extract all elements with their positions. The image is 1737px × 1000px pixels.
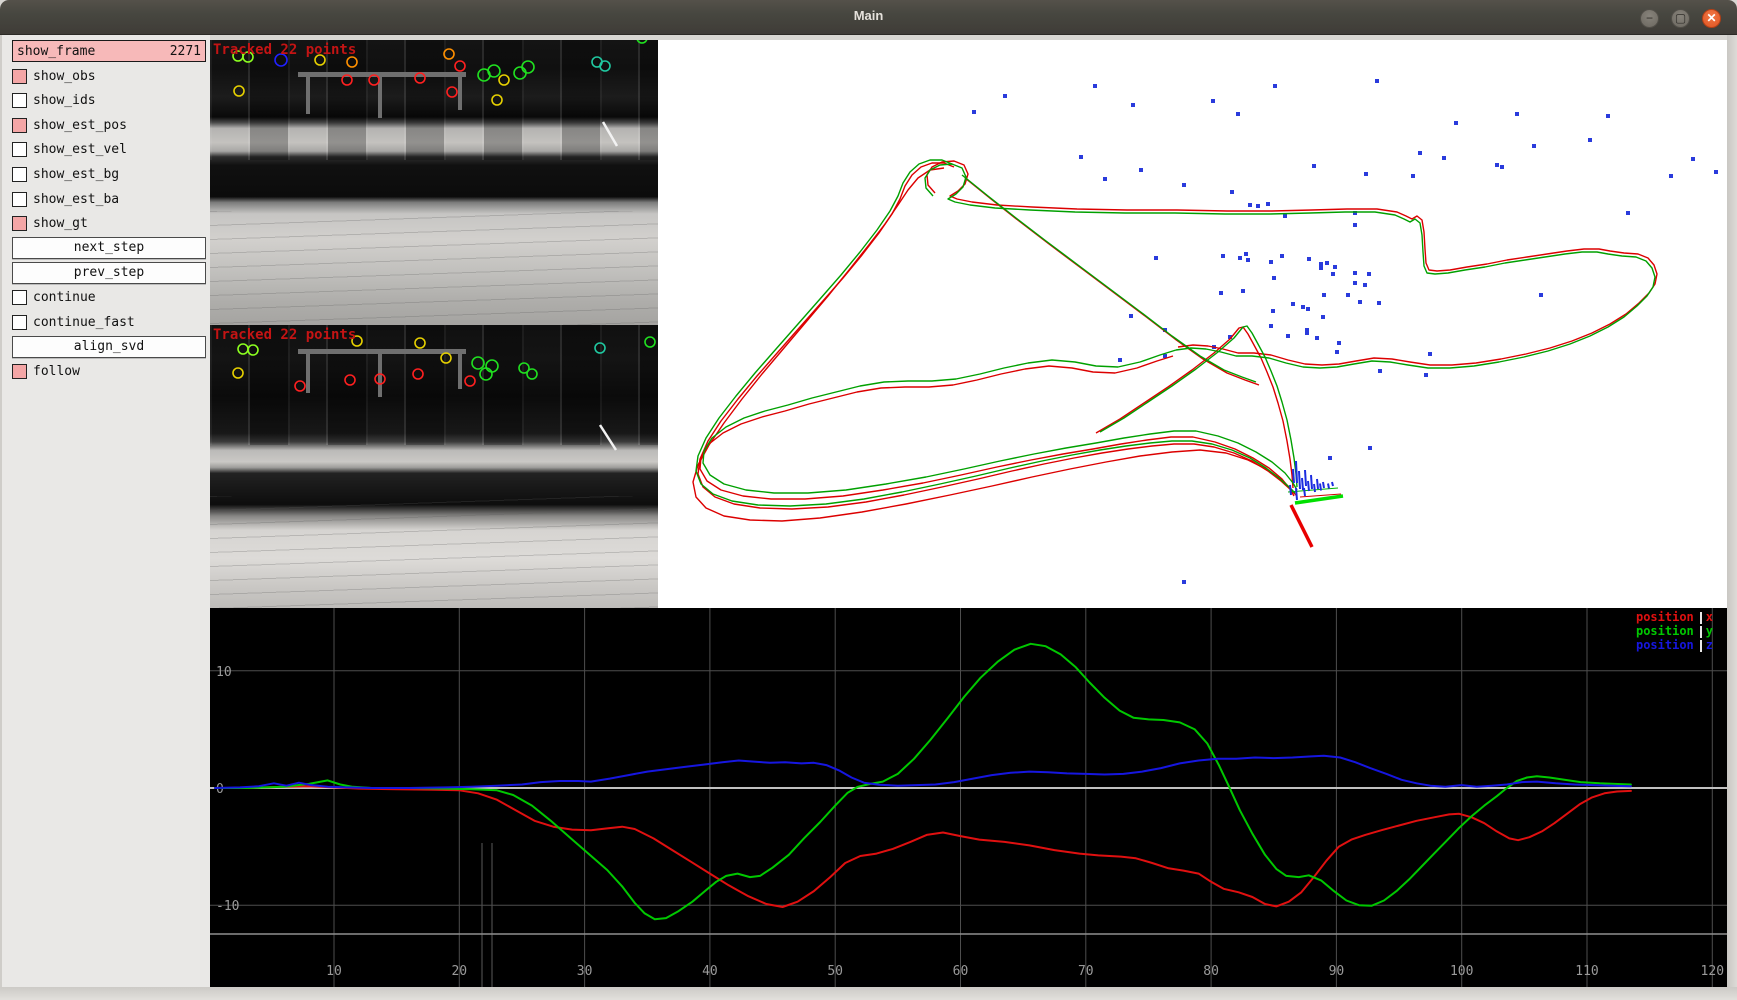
maximize-button[interactable]: ▢ bbox=[1671, 9, 1690, 28]
svg-text:10: 10 bbox=[326, 964, 342, 979]
camera1-tracked-count: Tracked 22 points bbox=[213, 42, 356, 58]
window-border-bottom bbox=[0, 987, 1737, 1000]
checkbox-label: show_est_pos bbox=[33, 118, 127, 133]
camera-view-right[interactable]: Tracked 22 points bbox=[210, 325, 658, 610]
svg-text:60: 60 bbox=[953, 964, 969, 979]
map-3d-view[interactable] bbox=[658, 40, 1727, 608]
camera-view-left[interactable]: Tracked 22 points bbox=[210, 40, 658, 325]
checkbox-box-follow[interactable] bbox=[12, 364, 27, 379]
legend-position-x: position x bbox=[1636, 611, 1713, 624]
legend-position-y: position y bbox=[1636, 625, 1713, 638]
svg-text:120: 120 bbox=[1701, 964, 1724, 979]
checkbox-box-show_est_pos[interactable] bbox=[12, 118, 27, 133]
checkbox-show_est_vel[interactable]: show_est_vel bbox=[12, 139, 206, 161]
legend-separator bbox=[1700, 612, 1702, 624]
button-next_step[interactable]: next_step bbox=[12, 237, 206, 259]
checkbox-box-show_est_ba[interactable] bbox=[12, 192, 27, 207]
show-frame-slider[interactable]: show_frame 2271 bbox=[12, 40, 206, 62]
checkbox-continue_fast[interactable]: continue_fast bbox=[12, 311, 206, 333]
checkbox-show_gt[interactable]: show_gt bbox=[12, 213, 206, 235]
svg-text:50: 50 bbox=[827, 964, 843, 979]
checkbox-label: show_gt bbox=[33, 216, 88, 231]
checkbox-box-show_est_bg[interactable] bbox=[12, 167, 27, 182]
checkbox-label: show_est_ba bbox=[33, 192, 119, 207]
checkbox-show_est_ba[interactable]: show_est_ba bbox=[12, 188, 206, 210]
main-window: Main − ▢ ✕ show_frame 2271 show_obsshow_… bbox=[0, 0, 1737, 1000]
button-align_svd[interactable]: align_svd bbox=[12, 336, 206, 358]
plot-legend: position x position y position z bbox=[1636, 611, 1713, 652]
legend-separator bbox=[1700, 640, 1702, 652]
checkbox-box-continue[interactable] bbox=[12, 290, 27, 305]
checkbox-label: show_obs bbox=[33, 69, 96, 84]
legend-separator bbox=[1700, 626, 1702, 638]
checkbox-continue[interactable]: continue bbox=[12, 286, 206, 308]
camera1-feature-overlay bbox=[210, 40, 658, 325]
checkbox-label: show_est_vel bbox=[33, 142, 127, 157]
checkbox-label: follow bbox=[33, 364, 80, 379]
window-title: Main bbox=[0, 8, 1737, 23]
control-panel: show_frame 2271 show_obs show_ids show_est… bbox=[0, 35, 210, 1000]
svg-text:30: 30 bbox=[577, 964, 593, 979]
svg-text:80: 80 bbox=[1203, 964, 1219, 979]
checkbox-box-show_ids[interactable] bbox=[12, 93, 27, 108]
camera2-feature-overlay bbox=[210, 325, 658, 610]
checkbox-label: show_ids bbox=[33, 93, 96, 108]
position-plot-view[interactable]: 102030405060708090100110120100-10 positi… bbox=[210, 608, 1727, 987]
checkbox-box-continue_fast[interactable] bbox=[12, 315, 27, 330]
title-bar[interactable]: Main − ▢ ✕ bbox=[0, 0, 1737, 35]
svg-text:40: 40 bbox=[702, 964, 718, 979]
checkbox-show_obs[interactable]: show_obs bbox=[12, 65, 206, 87]
svg-text:0: 0 bbox=[216, 782, 224, 797]
show-frame-value: 2271 bbox=[170, 44, 201, 59]
checkbox-label: continue bbox=[33, 290, 96, 305]
checkbox-label: continue_fast bbox=[33, 315, 135, 330]
checkbox-show_est_bg[interactable]: show_est_bg bbox=[12, 163, 206, 185]
checkbox-follow[interactable]: follow bbox=[12, 360, 206, 382]
svg-text:70: 70 bbox=[1078, 964, 1094, 979]
svg-text:-10: -10 bbox=[216, 899, 239, 914]
plot-canvas: 102030405060708090100110120100-10 bbox=[210, 608, 1727, 987]
checkbox-show_ids[interactable]: show_ids bbox=[12, 90, 206, 112]
camera2-tracked-count: Tracked 22 points bbox=[213, 327, 356, 343]
checkbox-box-show_gt[interactable] bbox=[12, 216, 27, 231]
svg-text:90: 90 bbox=[1329, 964, 1345, 979]
trajectory-canvas bbox=[658, 40, 1727, 608]
checkbox-box-show_obs[interactable] bbox=[12, 69, 27, 84]
close-button[interactable]: ✕ bbox=[1702, 9, 1721, 28]
svg-text:100: 100 bbox=[1450, 964, 1473, 979]
svg-text:10: 10 bbox=[216, 665, 232, 680]
button-prev_step[interactable]: prev_step bbox=[12, 262, 206, 284]
show-frame-label: show_frame bbox=[17, 44, 95, 59]
checkbox-show_est_pos[interactable]: show_est_pos bbox=[12, 114, 206, 136]
svg-text:20: 20 bbox=[451, 964, 467, 979]
checkbox-label: show_est_bg bbox=[33, 167, 119, 182]
minimize-button[interactable]: − bbox=[1640, 9, 1659, 28]
svg-text:110: 110 bbox=[1575, 964, 1598, 979]
window-border-right bbox=[1727, 35, 1737, 1000]
legend-position-z: position z bbox=[1636, 639, 1713, 652]
checkbox-box-show_est_vel[interactable] bbox=[12, 142, 27, 157]
